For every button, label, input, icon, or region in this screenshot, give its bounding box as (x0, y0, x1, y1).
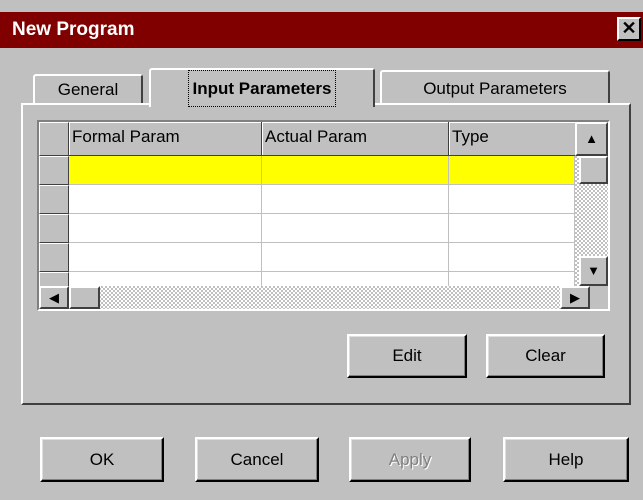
tab-input-parameters[interactable]: Input Parameters (149, 68, 375, 107)
close-icon: ✕ (621, 18, 637, 38)
close-button[interactable]: ✕ (617, 17, 641, 41)
scroll-right-button[interactable]: ▶ (560, 286, 590, 309)
clear-button[interactable]: Clear (486, 334, 605, 378)
column-header-formal-param[interactable]: Formal Param (69, 122, 262, 156)
grid-cell-type[interactable] (449, 185, 575, 214)
row-header[interactable] (39, 243, 69, 272)
tab-general[interactable]: General (33, 74, 143, 105)
horizontal-scroll-thumb[interactable] (69, 286, 100, 309)
grid-cell-formal[interactable] (69, 214, 262, 243)
grid-cell-actual[interactable] (262, 156, 449, 185)
ok-button[interactable]: OK (40, 437, 164, 482)
vertical-scroll-thumb[interactable] (579, 156, 608, 184)
cancel-button-label: Cancel (230, 450, 284, 469)
grid-cell-type[interactable] (449, 214, 575, 243)
ok-button-label: OK (89, 450, 115, 469)
column-header-actual-param[interactable]: Actual Param (262, 122, 449, 156)
scroll-down-icon: ▼ (587, 263, 600, 278)
title-bar[interactable]: New Program ✕ (0, 12, 643, 48)
tab-input-parameters-label: Input Parameters (187, 70, 337, 107)
tab-output-parameters[interactable]: Output Parameters (380, 70, 610, 105)
column-header-type[interactable]: Type (449, 122, 579, 156)
grid-cell-actual[interactable] (262, 185, 449, 214)
dialog-window: New Program ✕ General Input Parameters O… (0, 0, 643, 500)
scroll-up-button[interactable]: ▲ (575, 122, 608, 156)
edit-button[interactable]: Edit (347, 334, 467, 378)
apply-button-label: Apply (388, 450, 432, 469)
corner-header[interactable] (39, 122, 69, 156)
row-header[interactable] (39, 156, 69, 185)
row-header[interactable] (39, 214, 69, 243)
grid-cell-type[interactable] (449, 243, 575, 272)
edit-button-label: Edit (392, 346, 422, 365)
scroll-left-icon: ◀ (49, 290, 59, 305)
tab-output-parameters-label: Output Parameters (423, 79, 567, 98)
scroll-right-icon: ▶ (570, 290, 580, 305)
cancel-button[interactable]: Cancel (195, 437, 319, 482)
help-button[interactable]: Help (503, 437, 629, 482)
scroll-up-icon: ▲ (585, 131, 598, 146)
grid-cell-actual[interactable] (262, 243, 449, 272)
grid-cell-formal[interactable] (69, 243, 262, 272)
clear-button-label: Clear (525, 346, 566, 365)
grid-cell-formal[interactable] (69, 185, 262, 214)
grid-cell-actual[interactable] (262, 214, 449, 243)
apply-button[interactable]: Apply (349, 437, 471, 482)
scroll-down-button[interactable]: ▼ (579, 256, 608, 286)
window-title: New Program (12, 19, 135, 40)
scrollbar-corner (590, 286, 608, 309)
horizontal-scrollbar[interactable] (39, 286, 608, 309)
grid-cell-formal[interactable] (69, 156, 262, 185)
parameters-grid[interactable]: Formal Param Actual Param Type ▲ ▼ ◀ ▶ (37, 120, 610, 311)
grid-cell-type[interactable] (449, 156, 575, 185)
help-button-label: Help (548, 450, 584, 469)
scroll-left-button[interactable]: ◀ (39, 286, 69, 309)
row-header[interactable] (39, 185, 69, 214)
tab-general-label: General (57, 80, 119, 99)
